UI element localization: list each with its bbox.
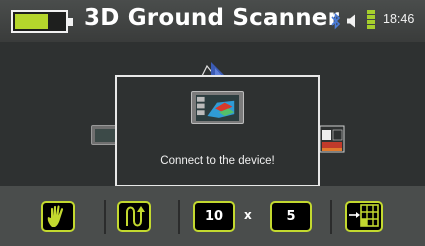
- grid-size-button[interactable]: [345, 201, 383, 232]
- battery-nub: [68, 18, 73, 26]
- field-width-value[interactable]: 10: [193, 201, 235, 232]
- clock: 18:46: [383, 12, 415, 26]
- zigzag-path-icon: [126, 206, 145, 227]
- toolbar-divider: [330, 200, 332, 234]
- field-length-value[interactable]: 5: [270, 201, 312, 232]
- connect-dialog: Connect to the device!: [115, 75, 320, 187]
- hand-icon: [47, 205, 64, 227]
- dialog-message: Connect to the device!: [160, 155, 275, 167]
- battery-fill: [15, 14, 49, 29]
- bottom-toolbar: 10 x 5: [0, 186, 425, 246]
- mode-thumbnail-left[interactable]: [91, 125, 118, 145]
- mode-thumbnail-right[interactable]: [317, 124, 347, 156]
- scan-preview-icon: [196, 95, 239, 121]
- toolbar-divider: [178, 200, 180, 234]
- manual-mode-button[interactable]: [41, 201, 75, 232]
- bluetooth-icon: [331, 12, 341, 30]
- device-thumbnail: [191, 91, 244, 124]
- mode-carousel: Connect to the device!: [0, 42, 425, 187]
- scan-path-button[interactable]: [117, 201, 151, 232]
- toolbar-divider: [104, 200, 106, 234]
- battery-vertical-icon: [366, 9, 376, 33]
- speaker-icon[interactable]: [346, 13, 360, 29]
- status-bar: 3D Ground Scanner 18:46: [0, 0, 425, 42]
- mode-thumbnail-screen: [95, 129, 115, 142]
- grid-size-icon: [349, 204, 379, 227]
- times-symbol: x: [244, 208, 252, 222]
- battery-icon: [11, 10, 73, 33]
- app-title: 3D Ground Scanner: [84, 5, 340, 31]
